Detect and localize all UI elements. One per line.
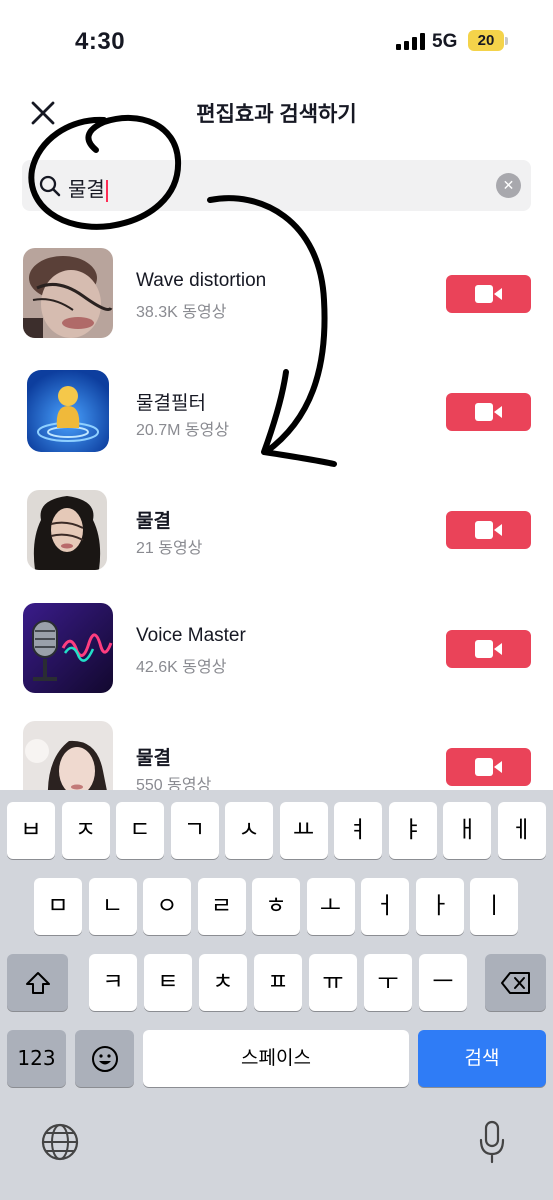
list-item[interactable]: 물결 21 동영상	[0, 466, 553, 570]
effect-thumbnail	[27, 490, 107, 570]
record-button[interactable]	[446, 748, 531, 786]
network-type: 5G	[432, 31, 458, 52]
effect-video-count: 550 동영상	[136, 777, 212, 790]
effect-name: Wave distortion	[136, 270, 267, 291]
text-caret	[105, 179, 108, 202]
video-camera-icon	[475, 285, 502, 303]
shift-key[interactable]	[7, 954, 68, 1011]
key-row2-3[interactable]: ㄹ	[197, 878, 246, 935]
battery-icon: 20	[468, 30, 504, 51]
record-button[interactable]	[446, 511, 531, 549]
emoji-icon	[91, 1045, 118, 1072]
clear-icon[interactable]: ✕	[496, 173, 521, 198]
search-key[interactable]: 검색	[418, 1030, 546, 1087]
video-camera-icon	[475, 521, 502, 539]
signal-icon	[396, 33, 426, 50]
key-row2-2[interactable]: ㅇ	[143, 878, 191, 935]
effect-video-count: 38.3K 동영상	[136, 304, 227, 321]
key-row1-4[interactable]: ㅅ	[225, 802, 273, 859]
key-row1-6[interactable]: ㅕ	[334, 802, 382, 859]
video-camera-icon	[475, 640, 502, 658]
space-key[interactable]: 스페이스	[143, 1030, 409, 1087]
key-row3-1[interactable]: ㅌ	[144, 954, 192, 1011]
effect-thumbnail	[23, 603, 113, 693]
globe-icon[interactable]	[40, 1122, 80, 1167]
list-item[interactable]: 물결필터 20.7M 동영상	[0, 348, 553, 452]
key-row3-2[interactable]: ㅊ	[199, 954, 247, 1011]
effect-name: 물결	[136, 511, 171, 532]
key-row1-1[interactable]: ㅈ	[61, 802, 110, 859]
microphone-icon[interactable]	[478, 1120, 506, 1169]
effect-thumbnail	[27, 370, 109, 452]
key-row3-5[interactable]: ㅜ	[364, 954, 412, 1011]
battery-cap	[505, 37, 508, 45]
key-row1-5[interactable]: ㅛ	[279, 802, 328, 859]
key-row3-0[interactable]: ㅋ	[89, 954, 137, 1011]
key-row2-1[interactable]: ㄴ	[88, 878, 137, 935]
key-row3-6[interactable]: ㅡ	[419, 954, 467, 1011]
key-row1-2[interactable]: ㄷ	[116, 802, 164, 859]
video-camera-icon	[475, 758, 502, 776]
key-row2-8[interactable]: ㅣ	[470, 878, 518, 935]
list-item[interactable]: Voice Master 42.6K 동영상	[0, 585, 553, 693]
effect-video-count: 21 동영상	[136, 540, 203, 557]
list-item[interactable]: Wave distortion 38.3K 동영상	[0, 230, 553, 338]
key-row2-5[interactable]: ㅗ	[306, 878, 355, 935]
key-row2-6[interactable]: ㅓ	[361, 878, 409, 935]
effect-thumbnail	[23, 248, 113, 338]
backspace-icon	[500, 971, 530, 994]
record-button[interactable]	[446, 393, 531, 431]
search-query: 물결	[68, 179, 105, 201]
backspace-key[interactable]	[485, 954, 546, 1011]
record-button[interactable]	[446, 630, 531, 668]
effect-name: 물결	[136, 748, 171, 769]
key-row2-4[interactable]: ㅎ	[252, 878, 300, 935]
status-time: 4:30	[75, 28, 126, 55]
status-bar: 4:30 5G 20	[0, 0, 553, 70]
page-title: 편집효과 검색하기	[196, 103, 357, 126]
key-row1-0[interactable]: ㅂ	[7, 802, 55, 859]
shift-icon	[25, 971, 50, 994]
record-button[interactable]	[446, 275, 531, 313]
numbers-key[interactable]: 123	[7, 1030, 66, 1087]
effect-name: 물결필터	[136, 393, 206, 414]
search-icon	[38, 174, 62, 198]
effect-name: Voice Master	[136, 625, 246, 646]
search-input[interactable]: 물결	[68, 173, 108, 202]
video-camera-icon	[475, 403, 502, 421]
key-row1-8[interactable]: ㅐ	[443, 802, 491, 859]
key-row3-3[interactable]: ㅍ	[254, 954, 302, 1011]
search-bar[interactable]: 물결 ✕	[22, 160, 531, 211]
key-row1-3[interactable]: ㄱ	[170, 802, 219, 859]
key-row3-4[interactable]: ㅠ	[309, 954, 357, 1011]
list-item[interactable]: 물결 550 동영상	[0, 703, 553, 790]
effect-results-list: Wave distortion 38.3K 동영상 물결필터 20.7M 동영상	[0, 230, 553, 790]
key-row1-7[interactable]: ㅑ	[388, 802, 437, 859]
key-row2-0[interactable]: ㅁ	[34, 878, 82, 935]
key-row2-7[interactable]: ㅏ	[415, 878, 464, 935]
key-row1-9[interactable]: ㅔ	[497, 802, 546, 859]
effect-thumbnail	[23, 721, 113, 790]
emoji-key[interactable]	[75, 1030, 134, 1087]
effect-video-count: 42.6K 동영상	[136, 659, 227, 676]
effect-video-count: 20.7M 동영상	[136, 422, 230, 439]
keyboard: ㅂㅈㄷㄱㅅㅛㅕㅑㅐㅔ ㅁㄴㅇㄹㅎㅗㅓㅏㅣ ㅋㅌㅊㅍㅠㅜㅡ 123 스페이스 검색	[0, 790, 553, 1200]
